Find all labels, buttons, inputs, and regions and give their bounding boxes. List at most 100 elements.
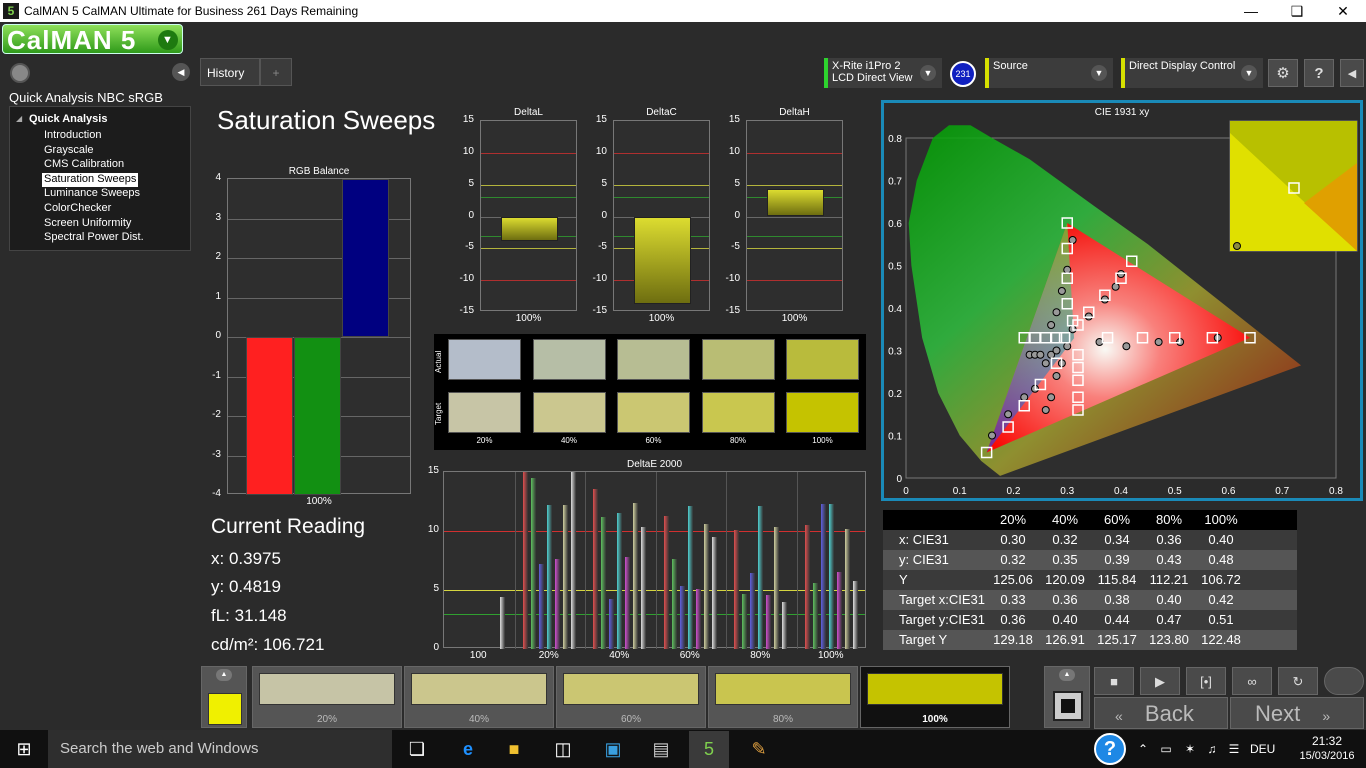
table-cell: 0.32 <box>1052 532 1078 547</box>
threshold-line <box>481 248 576 250</box>
stop-measure-button[interactable] <box>1053 691 1083 721</box>
monitor-app-icon[interactable]: ▤ <box>648 736 674 762</box>
actual-swatch <box>448 339 521 380</box>
chevron-down-icon: ▼ <box>158 30 178 50</box>
patch-button[interactable]: 80% <box>708 666 858 728</box>
table-cell: 0.38 <box>1104 592 1130 607</box>
add-tab-button[interactable]: + <box>260 58 292 86</box>
single-read-icon[interactable]: [•] <box>1186 667 1226 695</box>
paint-icon[interactable]: ✎ <box>746 736 772 762</box>
sidebar-item[interactable]: Spectral Power Dist. <box>42 231 146 245</box>
delta-tick-label: 10 <box>462 145 474 157</box>
delta-tick-label: 5 <box>468 177 474 189</box>
clock-time[interactable]: 21:32 <box>1300 734 1354 748</box>
delta-tick-label: -5 <box>598 241 607 253</box>
store-icon[interactable]: ◫ <box>550 736 576 762</box>
patch-button[interactable]: 100% <box>860 666 1010 728</box>
delta-xlabel: 100% <box>648 313 675 324</box>
back-button[interactable]: « Back <box>1094 697 1228 729</box>
source-selector[interactable]: Source ▼ <box>985 58 1113 88</box>
table-header-cell: 100% <box>1204 512 1238 527</box>
control-panel-icon[interactable]: ▣ <box>600 736 626 762</box>
battery-icon[interactable]: ▭ <box>1153 736 1179 762</box>
next-arrow-icon: » <box>1322 708 1331 724</box>
threshold-line <box>747 184 842 186</box>
threshold-line <box>481 184 576 186</box>
notification-icon[interactable]: ☰ <box>1221 736 1247 762</box>
tab-history-1[interactable]: History 1 <box>200 58 260 108</box>
windows-start-icon[interactable]: ⊞ <box>11 736 37 762</box>
file-explorer-icon[interactable]: ■ <box>501 736 527 762</box>
close-button[interactable]: ✕ <box>1320 0 1366 22</box>
delta-tick-label: -5 <box>465 241 474 253</box>
actual-point <box>1036 350 1045 359</box>
deltae-bar <box>679 586 685 649</box>
patch-color <box>563 673 699 705</box>
sidebar-item[interactable]: CMS Calibration <box>42 158 126 172</box>
sidebar-item[interactable]: Saturation Sweeps <box>42 172 139 187</box>
patch-button[interactable]: 60% <box>556 666 706 728</box>
chevron-up-icon[interactable]: ▲ <box>1059 669 1075 681</box>
threshold-line <box>747 152 842 154</box>
target-swatch <box>786 392 859 433</box>
refresh-icon[interactable]: ↻ <box>1278 667 1318 695</box>
meter-status-badge[interactable]: 231 <box>950 61 976 87</box>
task-view-icon[interactable]: ❏ <box>404 736 430 762</box>
settings-gear-icon[interactable]: ⚙ <box>1268 59 1298 87</box>
deltae-bar <box>687 506 693 649</box>
delta-tick-label: 15 <box>595 114 607 125</box>
calman-logo-menu[interactable]: CalMAN 5 ▼ <box>2 24 183 55</box>
taskbar-search[interactable]: Search the web and Windows <box>48 730 392 768</box>
collapse-right-icon[interactable]: ◀ <box>1340 59 1364 87</box>
sidebar-item[interactable]: Luminance Sweeps <box>42 187 142 201</box>
deltae-bar <box>671 559 677 649</box>
table-cell: 0.35 <box>1052 552 1078 567</box>
table-row: y: CIE31 0.32 0.35 0.39 0.43 0.48 <box>883 550 1297 570</box>
delta-chart-1 <box>613 120 710 311</box>
panel-pin-icon[interactable] <box>10 63 30 83</box>
edge-browser-icon[interactable]: e <box>455 736 481 762</box>
collapse-left-icon[interactable]: ◀ <box>172 63 190 81</box>
cie-y-tick: 0.6 <box>888 219 902 230</box>
delta-tick-label: 10 <box>595 145 607 157</box>
sidebar-item[interactable]: Introduction <box>42 129 103 143</box>
current-reading-title: Current Reading <box>211 515 366 538</box>
tree-expand-icon[interactable]: ◢ <box>16 114 22 123</box>
rgb-balance-chart <box>227 178 411 495</box>
deltae-bar <box>554 559 560 649</box>
maximize-button[interactable]: ❑ <box>1274 0 1320 22</box>
deltae-bar <box>546 505 552 649</box>
sidebar-item[interactable]: Grayscale <box>42 144 96 158</box>
calman-taskbar-icon[interactable]: 5 <box>689 731 729 768</box>
deltae-bar <box>844 528 850 649</box>
cie-y-tick: 0.3 <box>888 347 902 358</box>
clock-date[interactable]: 15/03/2016 <box>1292 750 1362 762</box>
table-cell: 120.09 <box>1045 572 1085 587</box>
meter-selector[interactable]: X-Rite i1Pro 2 LCD Direct View ▼ <box>824 58 942 88</box>
minimize-button[interactable]: — <box>1228 0 1274 22</box>
tree-group-label[interactable]: Quick Analysis <box>29 113 107 125</box>
current-patch-color <box>208 693 242 725</box>
rgb-balance-xlabel: 100% <box>306 496 332 507</box>
patch-button[interactable]: 40% <box>404 666 554 728</box>
rgb-tick-label: -2 <box>212 409 221 420</box>
display-control-selector[interactable]: Direct Display Control ▼ <box>1121 58 1263 88</box>
inset-actual-point <box>1233 242 1241 250</box>
chevron-up-icon[interactable]: ▲ <box>216 669 232 681</box>
patch-button[interactable]: 20% <box>252 666 402 728</box>
stop-icon[interactable]: ■ <box>1094 667 1134 695</box>
continuous-icon[interactable]: ∞ <box>1232 667 1272 695</box>
reading-x: x: 0.3975 <box>211 549 281 568</box>
deltae-bar <box>828 503 834 649</box>
help-circle-icon[interactable]: ? <box>1094 733 1126 765</box>
play-icon[interactable]: ▶ <box>1140 667 1180 695</box>
rgb-tick-label: -3 <box>212 448 221 460</box>
next-button[interactable]: Next » <box>1230 697 1364 729</box>
options-icon[interactable] <box>1324 667 1364 695</box>
table-header-row: 20% 40% 60% 80% 100% <box>883 510 1297 530</box>
sidebar-item[interactable]: ColorChecker <box>42 202 113 216</box>
sidebar-item[interactable]: Screen Uniformity <box>42 217 133 231</box>
language-indicator[interactable]: DEU <box>1250 742 1275 756</box>
patch-label: 60% <box>620 714 641 725</box>
help-icon[interactable]: ? <box>1304 59 1334 87</box>
